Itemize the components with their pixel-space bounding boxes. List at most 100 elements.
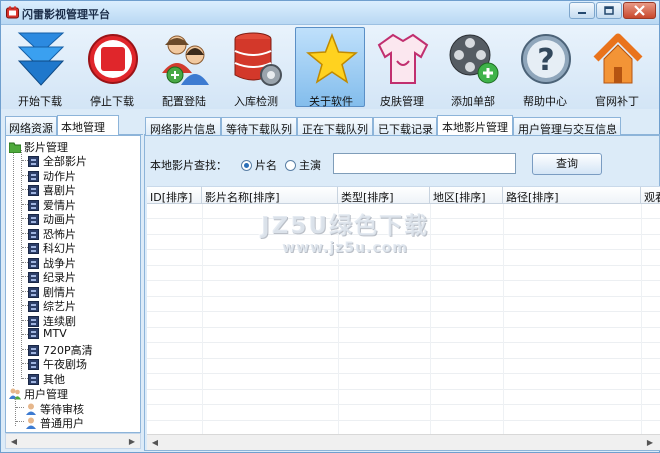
table-row	[147, 251, 660, 266]
config-login-button[interactable]: 配置登陆	[149, 27, 219, 108]
tree-connector	[16, 421, 24, 422]
title-bar: 闪雷影视管理平台	[1, 1, 659, 25]
column-header-watch[interactable]: 观看	[641, 187, 660, 204]
tree-node-category[interactable]: 动画片	[28, 211, 76, 226]
add-single-label: 添加单部	[451, 95, 495, 108]
tab-online-movie-info[interactable]: 网络影片信息	[145, 117, 221, 136]
radio-unselected-icon	[285, 160, 296, 171]
grid-horizontal-scrollbar[interactable]: ◀ ▶	[147, 434, 660, 450]
table-row	[147, 328, 660, 343]
search-input[interactable]	[333, 153, 516, 174]
film-icon	[28, 359, 39, 370]
skin-manage-label: 皮肤管理	[380, 95, 424, 108]
radio-label: 片名	[255, 159, 277, 172]
official-patch-button[interactable]: 官网补丁	[582, 27, 652, 108]
storage-check-label: 入库检测	[234, 95, 278, 108]
table-row	[147, 297, 660, 312]
scroll-left-icon[interactable]: ◀	[6, 434, 22, 450]
column-header-region[interactable]: 地区[排序]	[430, 187, 503, 204]
tab-local-management[interactable]: 本地管理	[57, 115, 119, 136]
scroll-right-icon[interactable]: ▶	[642, 435, 658, 451]
tree-node-category[interactable]: MTV	[28, 327, 67, 341]
scroll-left-icon[interactable]: ◀	[147, 435, 163, 451]
search-button[interactable]: 查询	[532, 153, 602, 175]
tab-downloaded-records[interactable]: 已下载记录	[373, 117, 437, 136]
skin-manage-button[interactable]: 皮肤管理	[367, 27, 437, 108]
minimize-icon	[578, 12, 586, 14]
about-software-button[interactable]: 关于软件	[295, 27, 365, 108]
film-icon	[28, 243, 39, 254]
tree-node-label: 午夜剧场	[43, 358, 87, 371]
tree-node-category[interactable]: 午夜剧场	[28, 356, 87, 371]
movie-grid: ID[排序] 影片名称[排序] 类型[排序] 地区[排序] 路径[排序] 观看	[147, 186, 660, 434]
help-center-button[interactable]: ? 帮助中心	[510, 27, 580, 108]
scroll-right-icon[interactable]: ▶	[124, 434, 140, 450]
tab-user-interaction[interactable]: 用户管理与交互信息	[513, 117, 621, 136]
column-header-id[interactable]: ID[排序]	[147, 187, 202, 204]
tree-node-category[interactable]: 720P高清	[28, 342, 93, 357]
tab-local-movie-management[interactable]: 本地影片管理	[437, 115, 513, 136]
svg-text:?: ?	[537, 43, 554, 78]
start-download-button[interactable]: 开始下载	[5, 27, 75, 108]
tab-downloading-queue[interactable]: 正在下载队列	[297, 117, 373, 136]
window-title: 闪雷影视管理平台	[22, 8, 110, 21]
tree-node-category[interactable]: 剧情片	[28, 284, 76, 299]
tree-node-category[interactable]: 恐怖片	[28, 226, 76, 241]
grid-column-divider	[430, 204, 431, 434]
film-reel-add-icon	[449, 34, 499, 84]
maximize-icon	[604, 6, 614, 15]
tree-node-normal-user[interactable]: 普通用户	[25, 415, 84, 430]
help-center-label: 帮助中心	[523, 95, 567, 108]
film-icon	[28, 315, 39, 327]
storage-check-button[interactable]: 入库检测	[221, 27, 291, 108]
tree-node-label: 全部影片	[43, 155, 87, 168]
film-icon	[28, 185, 39, 196]
tree-horizontal-scrollbar[interactable]: ◀ ▶	[5, 433, 141, 449]
tree-node-category[interactable]: 爱情片	[28, 197, 76, 212]
table-row	[147, 344, 660, 359]
tree-node-label: 科幻片	[43, 242, 76, 255]
grid-header: ID[排序] 影片名称[排序] 类型[排序] 地区[排序] 路径[排序] 观看	[147, 187, 660, 204]
table-row	[147, 235, 660, 250]
tab-download-queue[interactable]: 等待下载队列	[221, 117, 297, 136]
radio-by-title[interactable]: 片名	[241, 157, 277, 173]
tree-node-pending-review[interactable]: 等待审核	[25, 401, 84, 416]
database-gear-icon	[234, 32, 282, 86]
stop-download-button[interactable]: 停止下载	[77, 27, 147, 108]
tree-node-label: 纪录片	[43, 271, 76, 284]
column-header-type[interactable]: 类型[排序]	[338, 187, 430, 204]
tree-node-category[interactable]: 动作片	[28, 168, 76, 183]
table-row	[147, 220, 660, 235]
tree-node-category[interactable]: 连续剧	[28, 313, 76, 328]
stop-icon	[88, 34, 138, 84]
tree-node-movies[interactable]: 影片管理	[9, 139, 68, 154]
left-tab-strip: 网络资源 本地管理	[5, 115, 143, 136]
maximize-button[interactable]	[596, 2, 622, 19]
right-tab-strip: 网络影片信息 等待下载队列 正在下载队列 已下载记录 本地影片管理 用户管理与交…	[144, 115, 660, 136]
tree-node-user-management[interactable]: 用户管理	[9, 386, 68, 401]
tab-network-resources[interactable]: 网络资源	[5, 116, 57, 135]
folder-green-icon	[9, 142, 21, 153]
tree-node-category[interactable]: 科幻片	[28, 240, 76, 255]
column-header-title[interactable]: 影片名称[排序]	[202, 187, 338, 204]
tree-node-category[interactable]: 其他	[28, 371, 65, 386]
tree-node-category[interactable]: 喜剧片	[28, 182, 76, 197]
table-row	[147, 406, 660, 421]
tree-node-category[interactable]: 纪录片	[28, 269, 76, 284]
tree-node-category[interactable]: 综艺片	[28, 298, 76, 313]
grid-column-divider	[641, 204, 642, 434]
table-row	[147, 421, 660, 434]
star-icon	[306, 32, 358, 84]
add-single-button[interactable]: 添加单部	[438, 27, 508, 108]
close-button[interactable]	[623, 2, 656, 19]
tree-node-label: 剧情片	[43, 285, 76, 299]
tree-node-category[interactable]: 战争片	[28, 255, 76, 270]
minimize-button[interactable]	[569, 2, 595, 19]
home-icon	[593, 33, 643, 84]
category-tree: 影片管理 全部影片 动作片 喜剧片 爱情片 动画片 恐怖片 科幻片 战争片 纪录片 剧情片 综艺片连…	[5, 135, 141, 433]
help-icon: ?	[521, 34, 571, 84]
radio-by-actor[interactable]: 主演	[285, 157, 321, 173]
tree-node-label: 动作片	[43, 169, 76, 183]
column-header-path[interactable]: 路径[排序]	[503, 187, 641, 204]
tree-node-category[interactable]: 全部影片	[28, 153, 87, 168]
